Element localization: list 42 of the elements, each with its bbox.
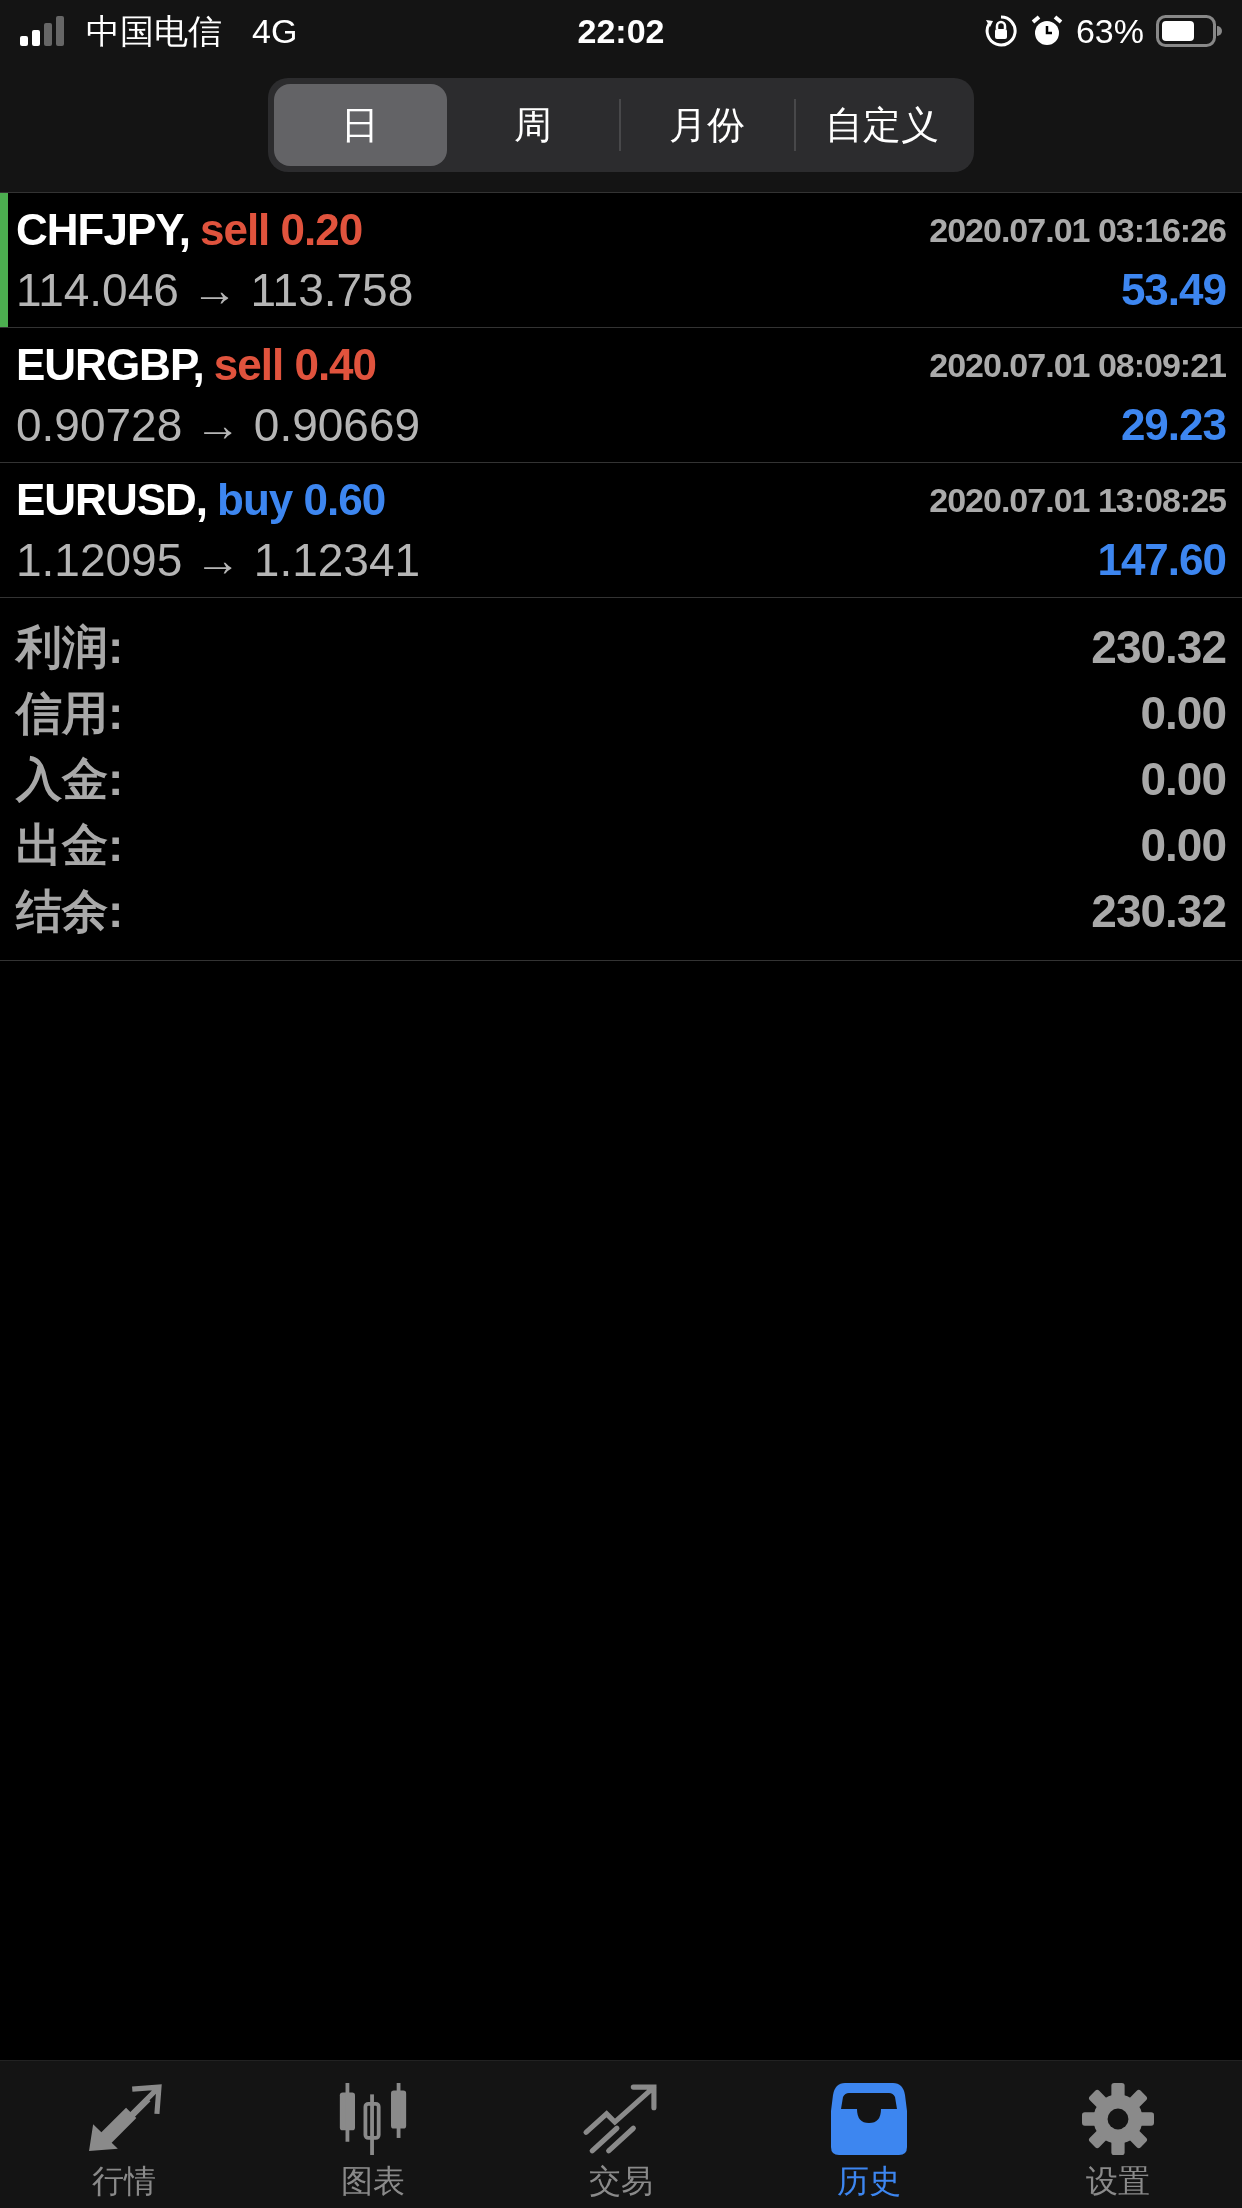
deal-time: 2020.07.01 03:16:26 (929, 209, 1226, 251)
price-range: 114.046 → 113.758 (16, 262, 414, 318)
battery-icon (1156, 15, 1222, 47)
summary-value: 230.32 (1091, 619, 1226, 675)
symbol-label: CHFJPY, (16, 204, 190, 256)
nav-tab[interactable]: 图表 (248, 2061, 497, 2208)
battery-percent: 63% (1075, 10, 1144, 52)
summary-label: 利润: (16, 619, 124, 675)
order-label: sell 0.40 (213, 339, 377, 391)
nav-tab[interactable]: 设置 (993, 2061, 1242, 2208)
summary-label: 入金: (16, 751, 124, 807)
order-label: buy 0.60 (217, 474, 386, 526)
clock-time: 22:02 (577, 10, 665, 52)
deal-time: 2020.07.01 08:09:21 (929, 344, 1226, 386)
symbol-label: EURGBP, (16, 339, 204, 391)
price-range: 1.12095 → 1.12341 (16, 532, 421, 588)
period-tab[interactable]: 日 (274, 84, 447, 166)
summary-value: 0.00 (1140, 751, 1226, 807)
rotation-lock-icon (983, 14, 1018, 48)
carrier-name: 中国电信 (86, 10, 222, 52)
alarm-icon (1029, 14, 1064, 48)
profit-value: 29.23 (1120, 399, 1226, 451)
period-tab[interactable]: 自定义 (795, 84, 968, 166)
period-tab[interactable]: 周 (446, 84, 619, 166)
profit-value: 53.49 (1120, 264, 1226, 316)
inbox-icon (829, 2083, 910, 2155)
nav-tab[interactable]: 历史 (745, 2061, 994, 2208)
nav-tab[interactable]: 交易 (496, 2061, 746, 2208)
network-type: 4G (252, 10, 298, 52)
price-range: 0.90728 → 0.90669 (16, 397, 421, 453)
symbol-label: EURUSD, (16, 474, 208, 526)
summary-value: 0.00 (1140, 817, 1226, 873)
summary-value: 230.32 (1091, 883, 1226, 939)
summary-label: 结余: (16, 883, 124, 939)
order-label: sell 0.20 (199, 204, 363, 256)
summary-value: 0.00 (1140, 685, 1226, 741)
profit-value: 147.60 (1097, 534, 1226, 586)
summary-label: 出金: (16, 817, 124, 873)
nav-tab[interactable]: 行情 (0, 2061, 249, 2208)
summary-label: 信用: (16, 685, 124, 741)
period-tab[interactable]: 月份 (621, 84, 794, 166)
deal-time: 2020.07.01 13:08:25 (929, 479, 1226, 521)
